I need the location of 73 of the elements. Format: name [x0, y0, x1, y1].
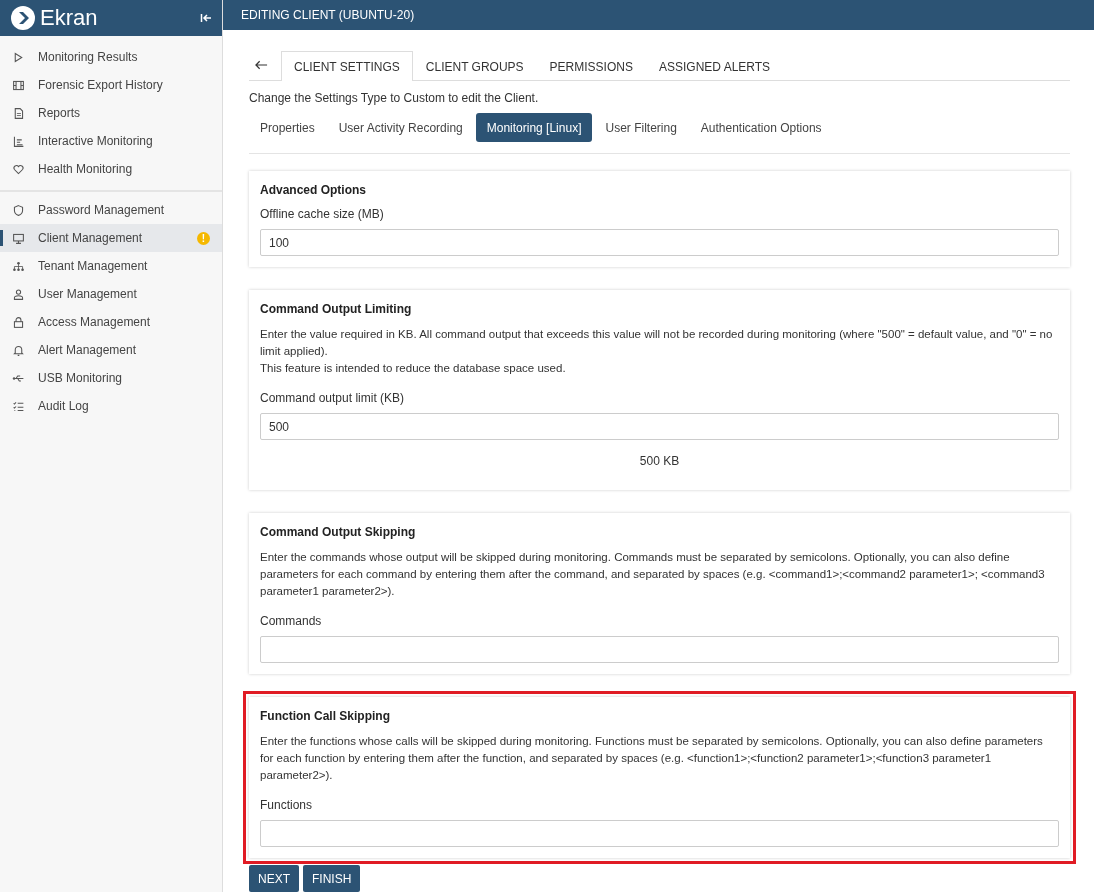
sidebar-item-label: User Management: [38, 287, 138, 301]
sidebar-item[interactable]: Password Management: [0, 196, 222, 224]
field-label: Functions: [260, 798, 314, 812]
sub-tab[interactable]: User Filtering: [594, 113, 688, 142]
bell-icon: [12, 343, 25, 357]
card-description: This feature is intended to reduce the database space used.: [260, 361, 567, 376]
card-title: Command Output Limiting: [260, 302, 413, 316]
tab[interactable]: CLIENT GROUPS: [412, 51, 537, 81]
hierarchy-icon: [12, 259, 25, 273]
sub-tab[interactable]: Properties: [249, 113, 326, 142]
sidebar-item-label: Tenant Management: [38, 259, 149, 273]
input-field[interactable]: 500: [260, 413, 1059, 440]
brand-name: Ekran: [40, 5, 99, 31]
tab[interactable]: ASSIGNED ALERTS: [645, 51, 784, 81]
shield-icon: [12, 203, 25, 217]
input-field[interactable]: [260, 636, 1059, 663]
tab[interactable]: PERMISSIONS: [536, 51, 646, 81]
sidebar-item[interactable]: Forensic Export History: [0, 71, 222, 99]
card-title: Function Call Skipping: [260, 709, 391, 723]
sidebar-item-label: Health Monitoring: [38, 162, 134, 176]
sidebar-item-label: Monitoring Results: [38, 50, 139, 64]
sub-tab[interactable]: User Activity Recording: [327, 113, 474, 142]
sub-tab[interactable]: Authentication Options: [689, 113, 833, 142]
sidebar-item-label: Forensic Export History: [38, 78, 164, 92]
heart-icon: [12, 162, 25, 176]
collapse-icon[interactable]: [200, 12, 212, 24]
action-button[interactable]: NEXT: [249, 865, 299, 892]
card-title: Advanced Options: [260, 183, 367, 197]
sidebar-item-label: Alert Management: [38, 343, 138, 357]
sidebar-item-label: Client Management: [38, 231, 144, 245]
logo-icon: [11, 6, 35, 30]
sidebar-item[interactable]: User Management: [0, 280, 222, 308]
input-field[interactable]: 100: [260, 229, 1059, 256]
document-icon: [12, 106, 25, 120]
field-label: Offline cache size (MB): [260, 207, 385, 221]
action-button[interactable]: FINISH: [303, 865, 361, 892]
sidebar-item[interactable]: Health Monitoring: [0, 155, 222, 183]
card-description: Enter the value required in KB. All command output that exceeds this value will not be recorded during monitoring (where "500" = default value, and "0" = no limit applied).: [260, 327, 1054, 359]
sidebar-item[interactable]: Client Management !: [0, 224, 222, 252]
card-description: Enter the functions whose calls will be skipped during monitoring. Functions must be separated by semicolons. Optionally, you can also define parameters for each function by entering them after the function, and separated by spaces (e.g. <function1>;<function2 parameter1>;<function3 parameter1 parameter2>).: [260, 734, 1044, 783]
sidebar-item-label: Audit Log: [38, 399, 90, 413]
value-readout: 500 KB: [638, 454, 681, 468]
field-label: Command output limit (KB): [260, 391, 406, 405]
user-icon: [12, 287, 25, 301]
checklist-icon: [12, 399, 25, 413]
sidebar-item[interactable]: Interactive Monitoring: [0, 127, 222, 155]
sidebar-item-label: Interactive Monitoring: [38, 134, 154, 148]
input-field[interactable]: [260, 820, 1059, 847]
bar-chart-icon: [12, 134, 25, 148]
sidebar-item-label: Password Management: [38, 203, 166, 217]
film-icon: [12, 78, 25, 92]
sidebar-item[interactable]: Alert Management: [0, 336, 222, 364]
field-label: Commands: [260, 614, 323, 628]
card-description: Enter the commands whose output will be skipped during monitoring. Commands must be separated by semicolons. Optionally, you can also define parameters for each command by entering them after the command, and separated by spaces (e.g. <command1>;<command2 parameter1>; <command3 parameter1 parameter2>).: [260, 550, 1046, 599]
card-title: Command Output Skipping: [260, 525, 417, 539]
sidebar-item[interactable]: Monitoring Results: [0, 43, 222, 71]
sidebar-item[interactable]: Reports: [0, 99, 222, 127]
sidebar-item[interactable]: Audit Log: [0, 392, 222, 420]
page-title: EDITING CLIENT (UBUNTU-20): [241, 8, 415, 22]
monitor-icon: [12, 231, 25, 245]
sidebar-item-label: USB Monitoring: [38, 371, 124, 385]
lock-icon: [12, 315, 25, 329]
sub-tab[interactable]: Monitoring [Linux]: [475, 113, 593, 142]
sidebar-item-label: Access Management: [38, 315, 152, 329]
notice-text: Change the Settings Type to Custom to edit the Client.: [249, 91, 540, 105]
tab[interactable]: CLIENT SETTINGS: [281, 51, 413, 81]
back-arrow-icon[interactable]: [255, 60, 268, 70]
sidebar-item[interactable]: Tenant Management: [0, 252, 222, 280]
sidebar-item[interactable]: Access Management: [0, 308, 222, 336]
warning-badge: !: [197, 231, 210, 245]
play-icon: [12, 50, 25, 64]
sidebar-item-label: Reports: [38, 106, 82, 120]
sidebar-item[interactable]: USB Monitoring: [0, 364, 222, 392]
